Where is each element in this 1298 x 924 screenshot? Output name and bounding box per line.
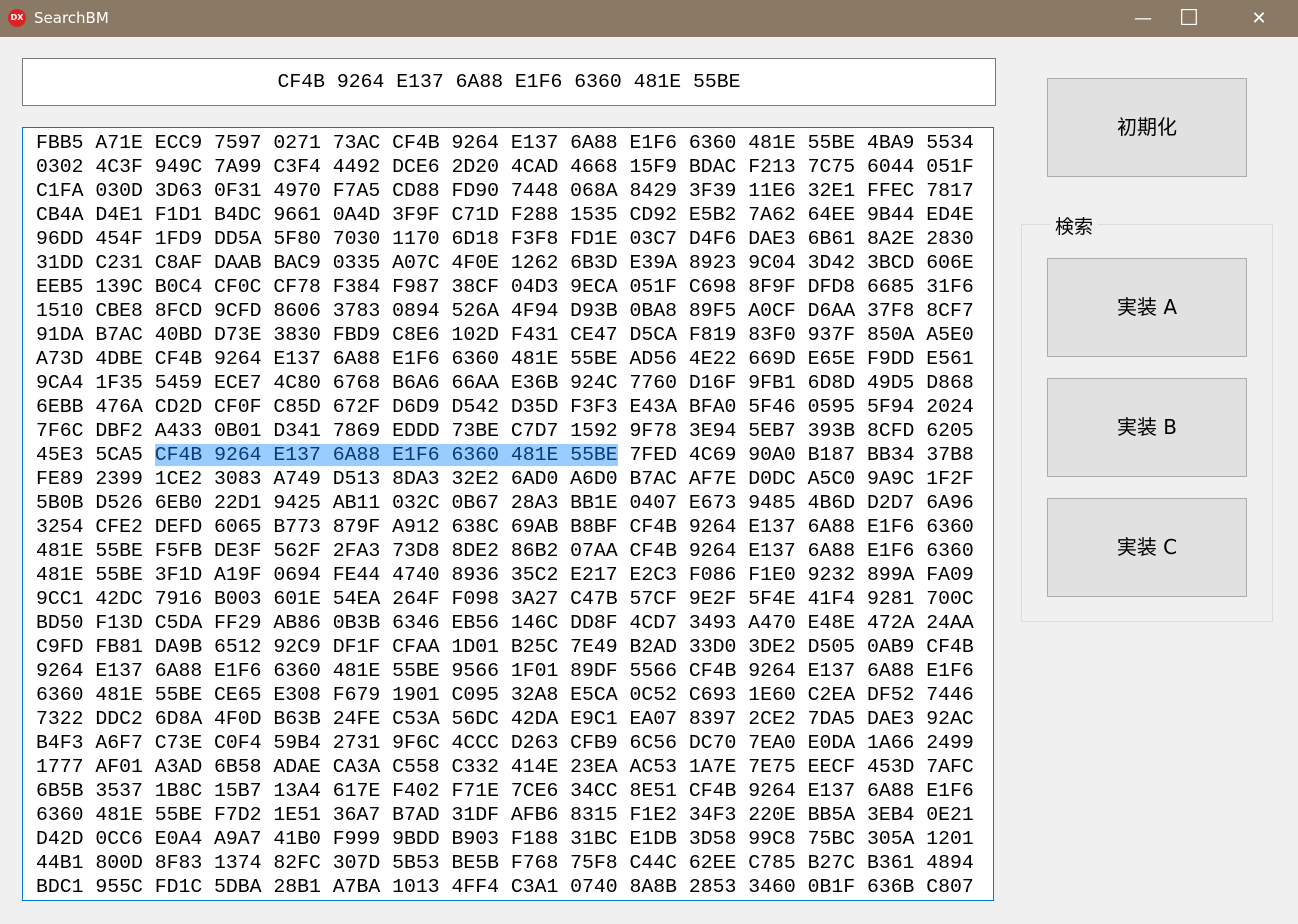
search-pattern-input[interactable]: CF4B 9264 E137 6A88 E1F6 6360 481E 55BE bbox=[22, 58, 996, 106]
reset-button[interactable]: 初期化 bbox=[1047, 78, 1247, 177]
hex-row: C9FD FB81 DA9B 6512 92C9 DF1F CFAA 1D01 … bbox=[36, 636, 974, 658]
hex-row: 481E 55BE F5FB DE3F 562F 2FA3 73D8 8DE2 … bbox=[36, 540, 974, 562]
search-group-label: 検索 bbox=[1050, 212, 1099, 239]
title-bar: DX SearchBM — ☐ ✕ bbox=[0, 0, 1298, 37]
hex-row: B4F3 A6F7 C73E C0F4 59B4 2731 9F6C 4CCC … bbox=[36, 732, 974, 754]
hex-row: 9CA4 1F35 5459 ECE7 4C80 6768 B6A6 66AA … bbox=[36, 372, 974, 394]
hex-row: C1FA 030D 3D63 0F31 4970 F7A5 CD88 FD90 … bbox=[36, 180, 974, 202]
hex-text: 7FED 4C69 90A0 B187 BB34 37B8 bbox=[617, 444, 974, 466]
hex-row: FE89 2399 1CE2 3083 A749 D513 8DA3 32E2 … bbox=[36, 468, 974, 490]
close-button[interactable]: ✕ bbox=[1236, 0, 1282, 37]
hex-row: 96DD 454F 1FD9 DD5A 5F80 7030 1170 6D18 … bbox=[36, 228, 974, 250]
hex-row: CB4A D4E1 F1D1 B4DC 9661 0A4D 3F9F C71D … bbox=[36, 204, 974, 226]
window-title: SearchBM bbox=[34, 9, 109, 27]
hex-row: 44B1 800D 8F83 1374 82FC 307D 5B53 BE5B … bbox=[36, 852, 974, 874]
maximize-button[interactable]: ☐ bbox=[1166, 0, 1212, 37]
hex-row: 7F6C DBF2 A433 0B01 D341 7869 EDDD 73BE … bbox=[36, 420, 974, 442]
hex-row: 31DD C231 C8AF DAAB BAC9 0335 A07C 4F0E … bbox=[36, 252, 974, 274]
hex-row: 7322 DDC2 6D8A 4F0D B63B 24FE C53A 56DC … bbox=[36, 708, 974, 730]
hex-row: A73D 4DBE CF4B 9264 E137 6A88 E1F6 6360 … bbox=[36, 348, 974, 370]
hex-row: 9264 E137 6A88 E1F6 6360 481E 55BE 9566 … bbox=[36, 660, 974, 682]
hex-row: BD50 F13D C5DA FF29 AB86 0B3B 6346 EB56 … bbox=[36, 612, 974, 634]
hex-row: EEB5 139C B0C4 CF0C CF78 F384 F987 38CF … bbox=[36, 276, 974, 298]
impl-a-button[interactable]: 実装 A bbox=[1047, 258, 1247, 357]
hex-dump-textarea[interactable]: FBB5 A71E ECC9 7597 0271 73AC CF4B 9264 … bbox=[22, 127, 994, 901]
hex-row: 1777 AF01 A3AD 6B58 ADAE CA3A C558 C332 … bbox=[36, 756, 974, 778]
hex-row: 6360 481E 55BE F7D2 1E51 36A7 B7AD 31DF … bbox=[36, 804, 974, 826]
hex-row: 0302 4C3F 949C 7A99 C3F4 4492 DCE6 2D20 … bbox=[36, 156, 974, 178]
hex-row: 481E 55BE 3F1D A19F 0694 FE44 4740 8936 … bbox=[36, 564, 974, 586]
hex-row: 3254 CFE2 DEFD 6065 B773 879F A912 638C … bbox=[36, 516, 974, 538]
hex-row: D42D 0CC6 E0A4 A9A7 41B0 F999 9BDD B903 … bbox=[36, 828, 974, 850]
minimize-button[interactable]: — bbox=[1120, 0, 1166, 37]
hex-text: 45E3 5CA5 bbox=[36, 444, 155, 466]
selected-match-text: CF4B 9264 E137 6A88 E1F6 6360 481E 55BE bbox=[154, 444, 618, 466]
app-icon: DX bbox=[8, 9, 26, 27]
hex-row: 6B5B 3537 1B8C 15B7 13A4 617E F402 F71E … bbox=[36, 780, 974, 802]
hex-row: FBB5 A71E ECC9 7597 0271 73AC CF4B 9264 … bbox=[36, 132, 974, 154]
hex-row: BDC1 955C FD1C 5DBA 28B1 A7BA 1013 4FF4 … bbox=[36, 876, 974, 898]
hex-row: 5B0B D526 6EB0 22D1 9425 AB11 032C 0B67 … bbox=[36, 492, 974, 514]
hex-row: 91DA B7AC 40BD D73E 3830 FBD9 C8E6 102D … bbox=[36, 324, 974, 346]
hex-row: 6EBB 476A CD2D CF0F C85D 672F D6D9 D542 … bbox=[36, 396, 974, 418]
hex-row: 9CC1 42DC 7916 B003 601E 54EA 264F F098 … bbox=[36, 588, 974, 610]
hex-row-match: 45E3 5CA5 CF4B 9264 E137 6A88 E1F6 6360 … bbox=[36, 443, 993, 467]
hex-row: 1510 CBE8 8FCD 9CFD 8606 3783 0894 526A … bbox=[36, 300, 974, 322]
hex-row: 6360 481E 55BE CE65 E308 F679 1901 C095 … bbox=[36, 684, 974, 706]
impl-c-button[interactable]: 実装 C bbox=[1047, 498, 1247, 597]
impl-b-button[interactable]: 実装 B bbox=[1047, 378, 1247, 477]
